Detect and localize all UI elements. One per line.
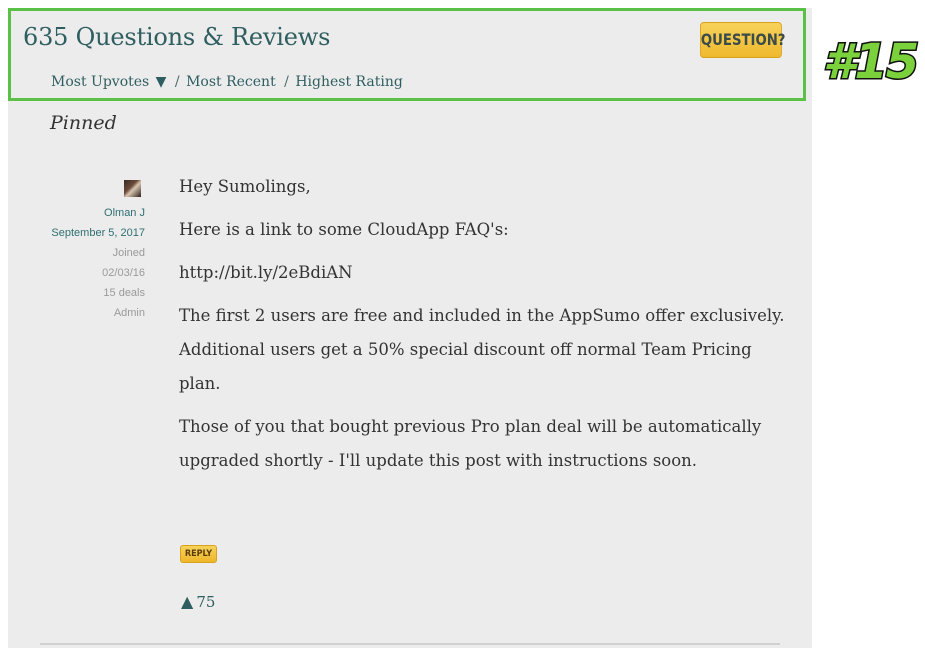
sort-options: Most Upvotes ▼ / Most Recent / Highest R… — [51, 74, 405, 90]
avatar[interactable] — [124, 180, 141, 197]
post-body: Hey Sumolings, Here is a link to some Cl… — [179, 170, 789, 487]
pinned-label: Pinned — [50, 112, 117, 134]
sort-most-recent-link[interactable]: Most Recent — [186, 74, 276, 90]
joined-date: 02/03/16 — [102, 267, 145, 279]
sort-highest-rating-link[interactable]: Highest Rating — [295, 74, 403, 90]
post-paragraph: The first 2 users are free and included … — [179, 306, 785, 393]
upvote-arrow-icon[interactable]: ▲ — [181, 592, 193, 611]
sort-direction-icon[interactable]: ▼ — [156, 74, 167, 90]
joined-label: Joined — [112, 247, 145, 259]
post-paragraph: Those of you that bought previous Pro pl… — [179, 417, 762, 470]
faq-link[interactable]: http://bit.ly/2eBdiAN — [179, 256, 789, 290]
upvote-count: 75 — [196, 593, 216, 611]
deal-count: 15 deals — [103, 287, 145, 299]
page-title: 635 Questions & Reviews — [23, 23, 331, 51]
post-paragraph: Hey Sumolings, — [179, 177, 311, 196]
sort-most-upvotes-link[interactable]: Most Upvotes — [51, 74, 149, 90]
divider — [40, 643, 780, 645]
post-paragraph: Here is a link to some CloudApp FAQ's: — [179, 220, 509, 239]
rank-badge: #15 — [821, 33, 920, 92]
upvote-control[interactable]: ▲ 75 — [181, 592, 215, 611]
reply-button[interactable]: REPLY — [180, 545, 217, 563]
post-date[interactable]: September 5, 2017 — [51, 227, 145, 239]
sort-separator: / — [284, 74, 289, 90]
user-role: Admin — [113, 307, 145, 319]
author-name[interactable]: Olman J — [40, 203, 145, 223]
post-author-meta: Olman J September 5, 2017 Joined 02/03/1… — [40, 203, 145, 323]
sort-separator: / — [174, 74, 180, 90]
ask-question-button[interactable]: QUESTION? — [700, 22, 786, 58]
questions-header-highlight: 635 Questions & Reviews QUESTION? Most U… — [8, 8, 806, 101]
